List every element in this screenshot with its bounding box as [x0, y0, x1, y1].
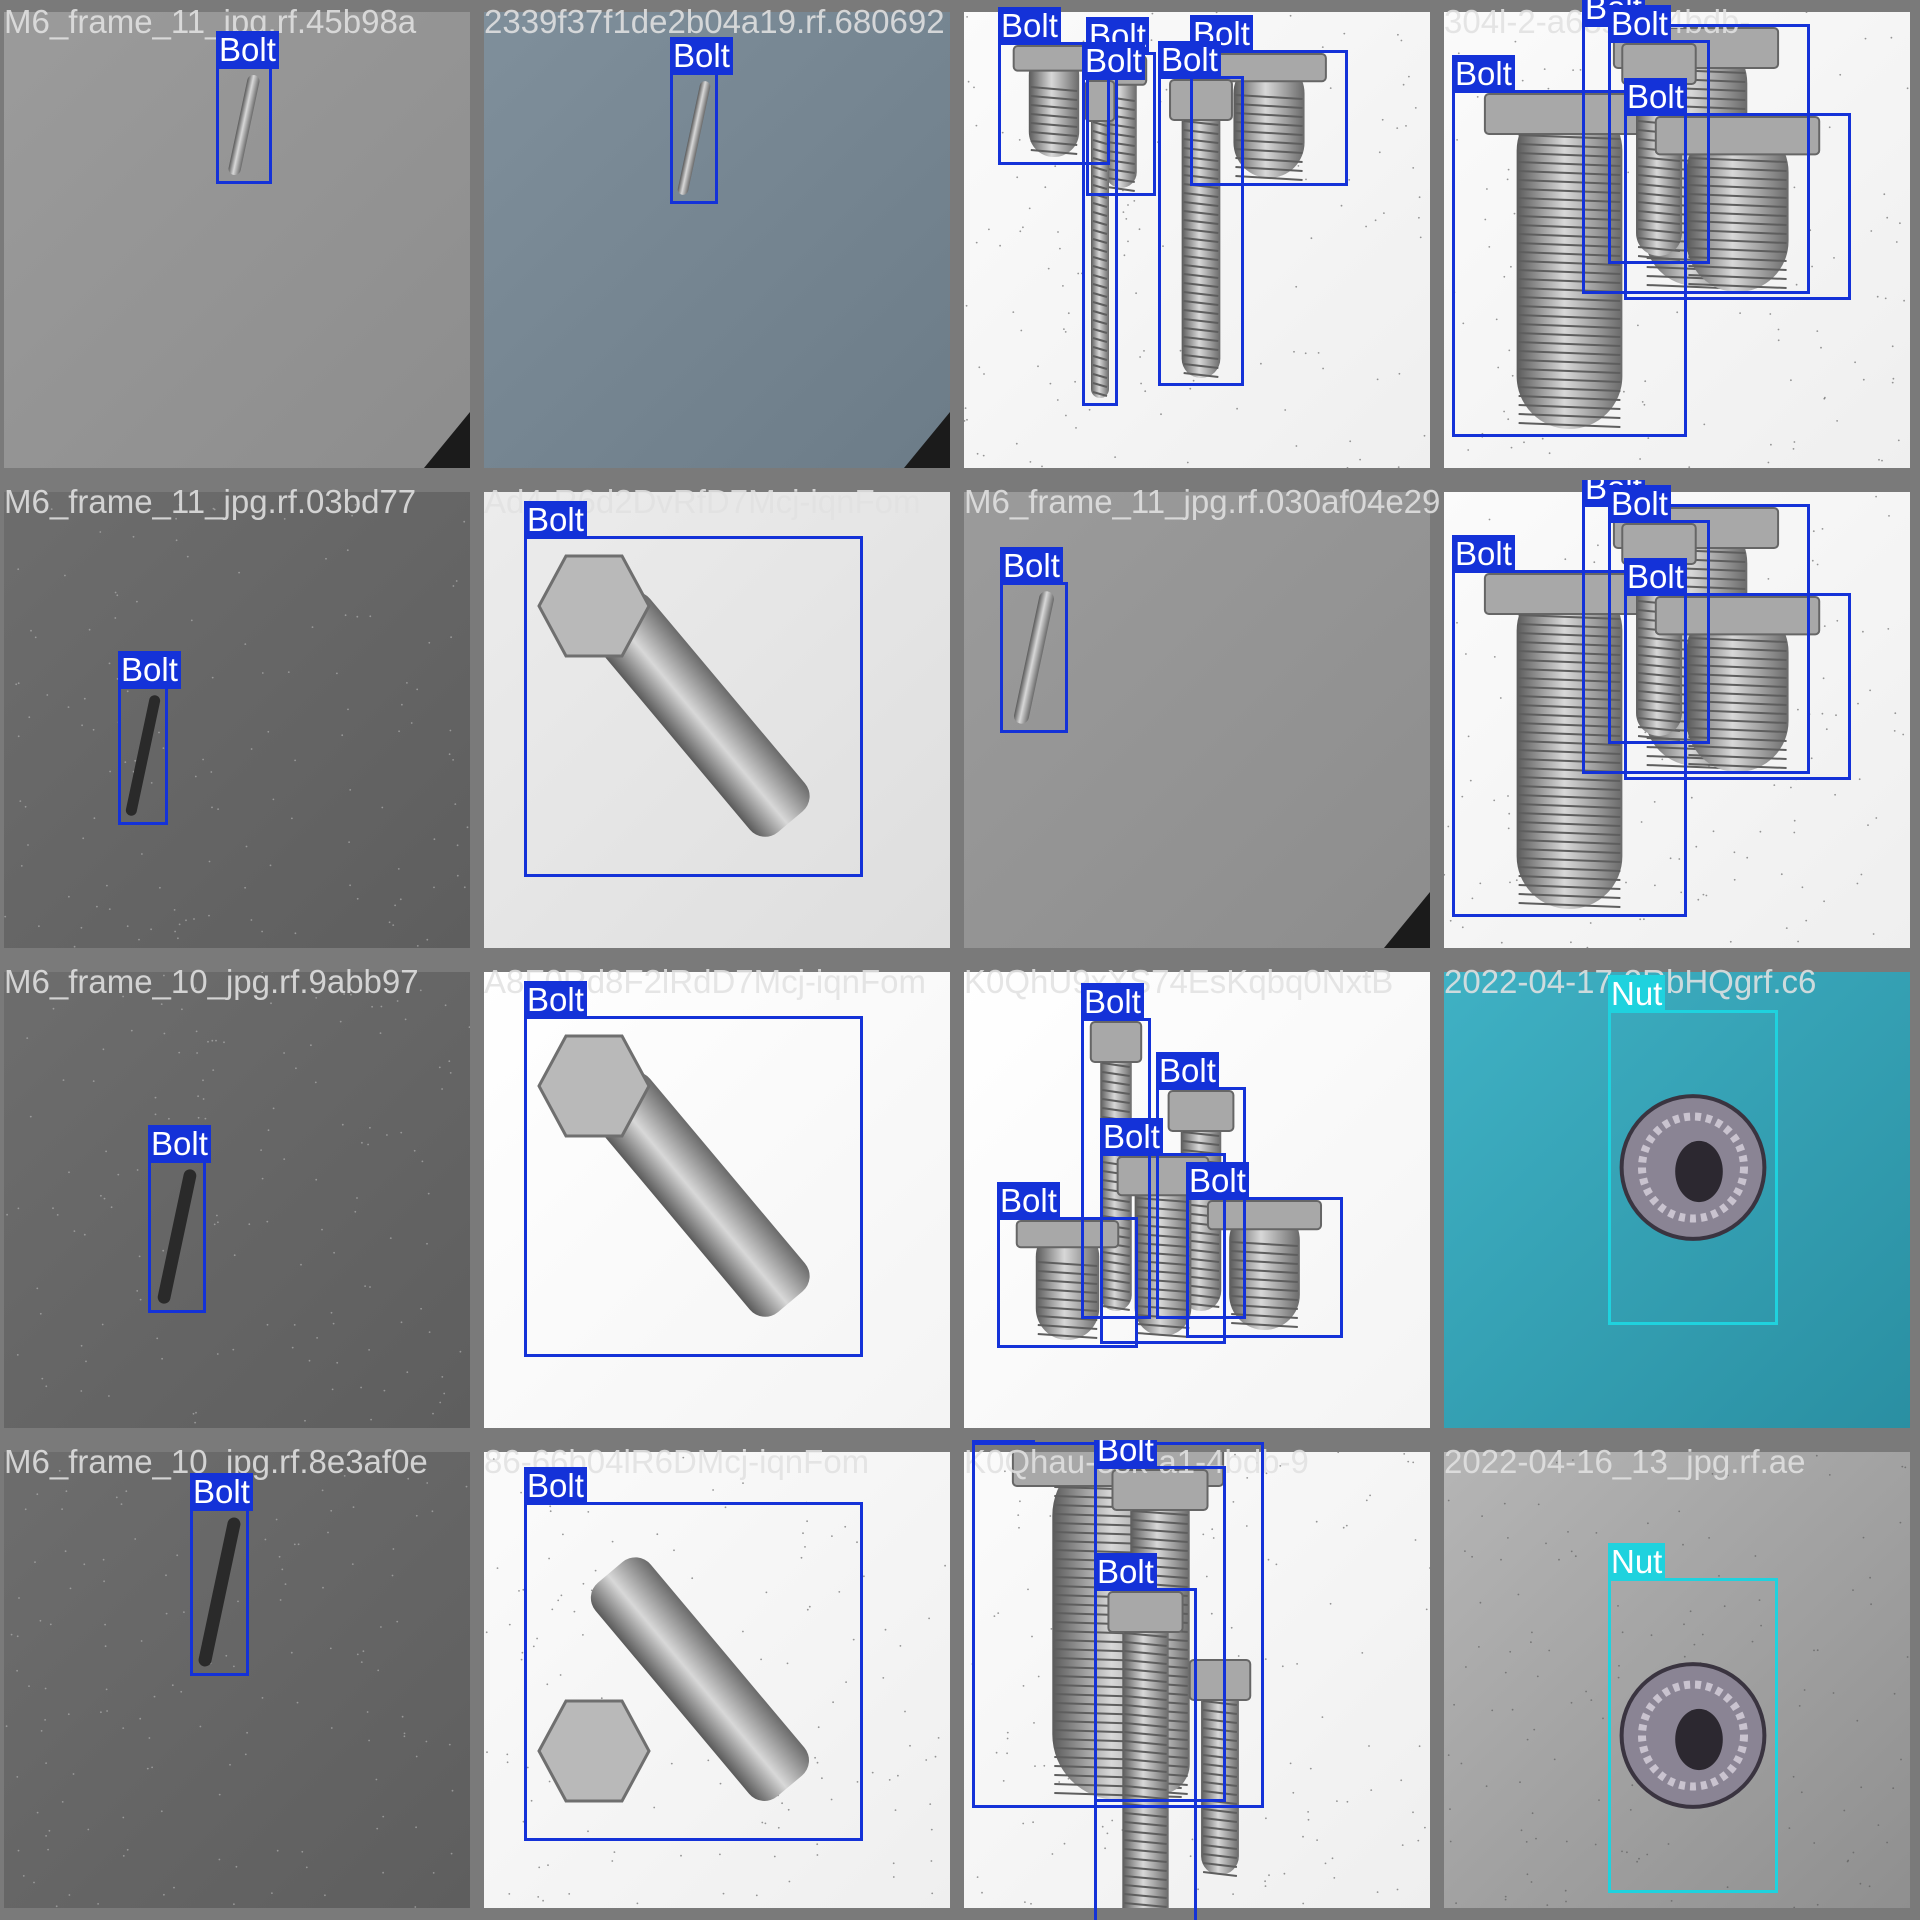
image-tile: 304l-2-a63s3d-4bdb-BoltBoltBoltBolt [1440, 0, 1920, 480]
bolt-bounding-box: Bolt [1082, 42, 1145, 406]
bolt-label: Bolt [998, 7, 1061, 45]
bolt-bounding-box: Bolt [1158, 41, 1244, 386]
image-tile: Ad4-R6d2DvRfD7Mcj-iqnFom Bolt [480, 480, 960, 960]
photo [4, 492, 470, 948]
nut-bounding-box: Nut [1608, 975, 1778, 1325]
bolt-label: Bolt [524, 981, 587, 1019]
bolt-bounding-box: Bolt [190, 1473, 253, 1676]
bolt-bounding-box: Bolt [997, 1182, 1138, 1348]
bolt-bounding-box: Bolt [524, 981, 863, 1357]
bolt-bounding-box: Bolt [1094, 1553, 1197, 1920]
bolt-label: Bolt [670, 37, 733, 75]
bolt-label: Bolt [997, 1182, 1060, 1220]
thin-bolt-photo [4, 492, 470, 948]
bolt-label: Bolt [1624, 78, 1687, 116]
bolt-bounding-box: Bolt [1186, 1162, 1343, 1338]
bolt-label: Bolt [972, 1440, 1035, 1445]
nut-bounding-box: Nut [1608, 1543, 1778, 1893]
image-tile: M6_frame_11_jpg.rf.03bd77 Bolt [0, 480, 480, 960]
detection-mosaic: M6_frame_11_jpg.rf.45b98a Bolt 2339f37f1de… [0, 0, 1920, 1920]
image-tile: 86-66b04lR6DMcj-iqnFom Bolt [480, 1440, 960, 1920]
bolt-bounding-box: Bolt [670, 37, 733, 204]
bolt-bounding-box: Bolt [1000, 547, 1068, 733]
bolt-label: Bolt [1608, 5, 1671, 43]
bolt-label: Bolt [1608, 485, 1671, 523]
bolt-label: Bolt [1094, 1553, 1157, 1591]
image-tile: M6_frame_11_jpg.rf.030af04e2953 Bolt [960, 480, 1440, 960]
bolt-label: Bolt [1094, 1440, 1157, 1469]
bolt-label: Bolt [524, 501, 587, 539]
bolt-label: Bolt [1186, 1162, 1249, 1200]
bolt-label: Bolt [148, 1125, 211, 1163]
bolt-label: Bolt [118, 651, 181, 689]
bolt-label: Bolt [1452, 55, 1515, 93]
image-tile: Bolt Bolt Bolt Bolt Bolt [960, 0, 1440, 480]
bolt-label: Bolt [1081, 983, 1144, 1021]
bolt-bounding-box: Bolt [216, 31, 279, 184]
image-tile: A8F0Rd8F2lRdD7Mcj-iqnFom Bolt [480, 960, 960, 1440]
bolt-bounding-box: Bolt [524, 501, 863, 877]
image-tile: 2339f37f1de2b04a19.rf.680692 Bolt [480, 0, 960, 480]
photo [4, 972, 470, 1428]
bolt-bounding-box: Bolt [118, 651, 181, 825]
bolt-label: Bolt [190, 1473, 253, 1511]
image-tile: K0QhU9xXS74EsKqbq0NxtB Bolt Bolt Bolt Bolt Bo… [960, 960, 1440, 1440]
bolt-label: Bolt [1082, 42, 1145, 80]
bolt-label: Bolt [524, 1467, 587, 1505]
image-tile: K0Qhau-esk-a1-4bdb-9BoltBoltBolt [960, 1440, 1440, 1920]
bolt-bounding-box: Bolt [1624, 558, 1851, 780]
bolt-bounding-box: Bolt [148, 1125, 211, 1313]
bolt-bounding-box: Bolt [1624, 78, 1851, 300]
image-tile: M6_frame_11_jpg.rf.45b98a Bolt [0, 0, 480, 480]
bolt-label: Bolt [1452, 535, 1515, 573]
nut-label: Nut [1608, 1543, 1666, 1581]
image-tile: M6_frame_10_jpg.rf.9abb97 Bolt [0, 960, 480, 1440]
bolt-label: Bolt [1158, 41, 1221, 79]
thin-bolt-photo [4, 972, 470, 1428]
bolt-label: Bolt [1156, 1052, 1219, 1090]
bolt-label: Bolt [1000, 547, 1063, 585]
image-tile: 2022-04-16_13_jpg.rf.ae Nut [1440, 1440, 1920, 1920]
image-tile: M6_frame_10_jpg.rf.8e3af0e Bolt [0, 1440, 480, 1920]
bolt-bounding-box: Bolt [524, 1467, 863, 1841]
image-tile: 2022-04-17-2RbHQgrf.c6Nut [1440, 960, 1920, 1440]
nut-label: Nut [1608, 975, 1666, 1013]
bolt-label: Bolt [1624, 558, 1687, 596]
image-tile: BoltBoltBoltBolt [1440, 480, 1920, 960]
bolt-label: Bolt [1100, 1118, 1163, 1156]
bolt-label: Bolt [216, 31, 279, 69]
